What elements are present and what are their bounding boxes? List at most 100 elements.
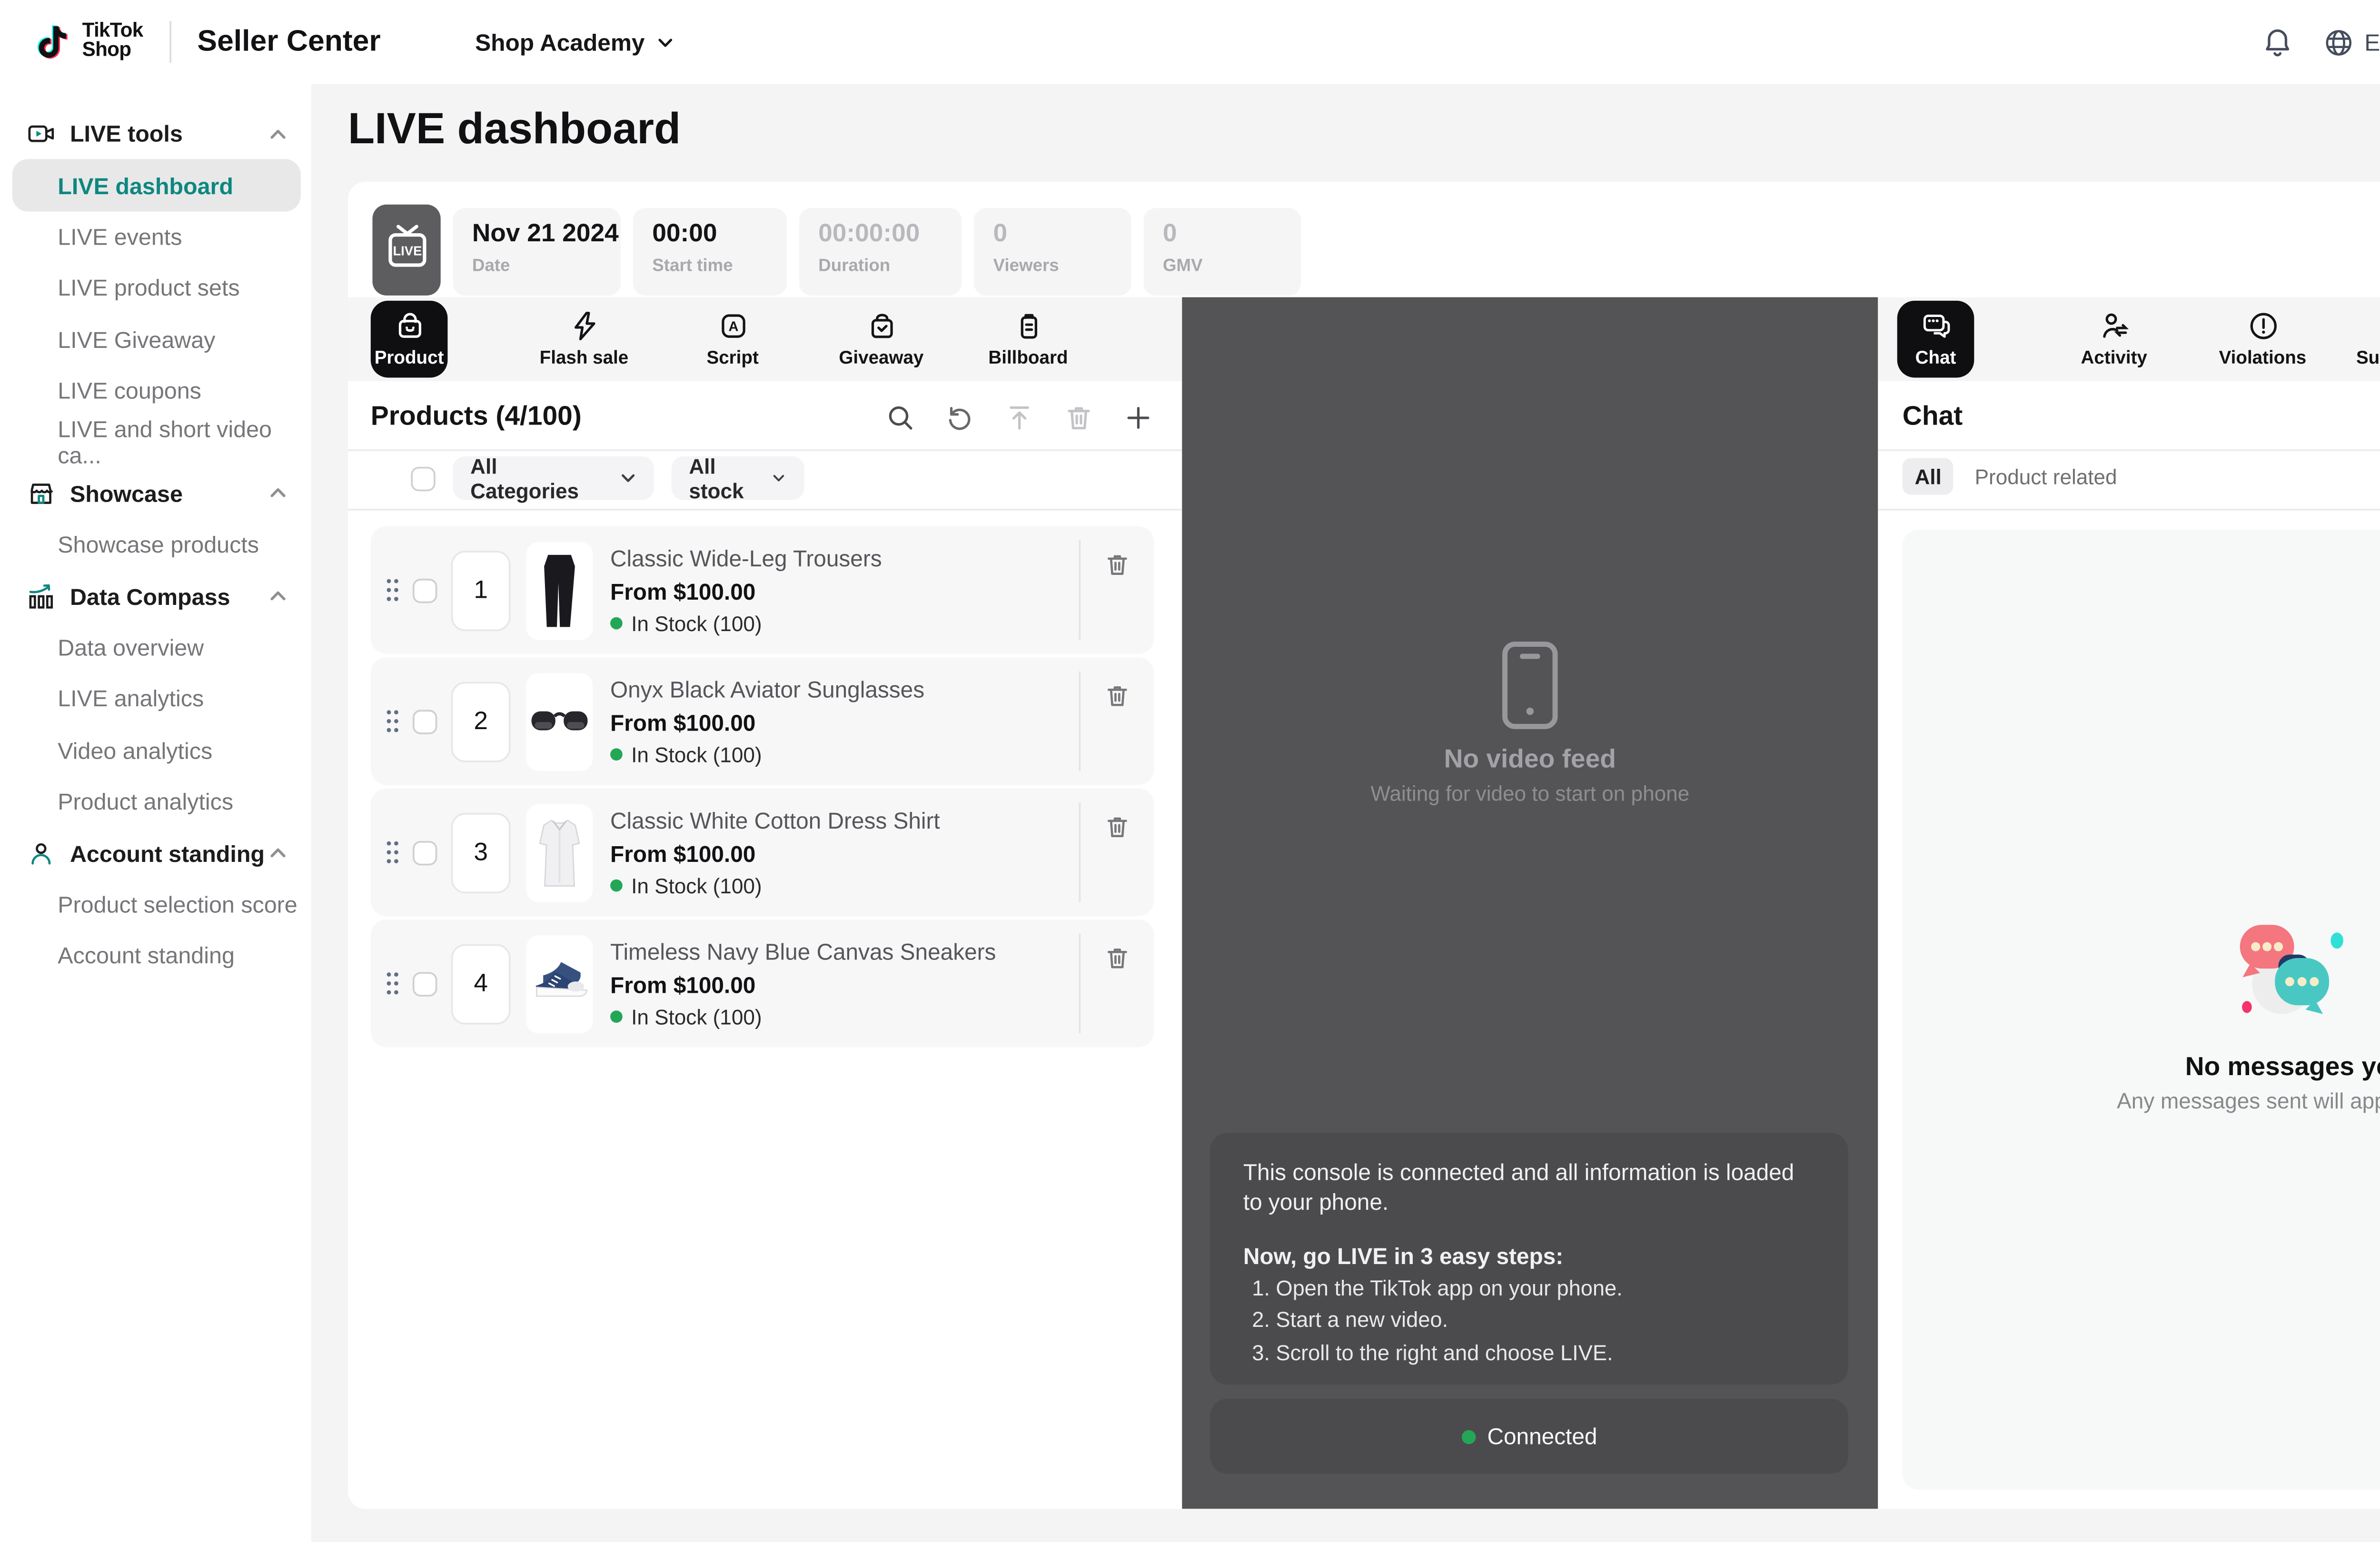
position-input[interactable]: 4 xyxy=(451,943,511,1024)
phone-icon xyxy=(1498,640,1561,731)
chat-empty-state: No messages yet Any messages sent will a… xyxy=(1903,530,2380,1490)
tab-giveaway[interactable]: Giveaway xyxy=(829,301,933,378)
product-price: From $100.00 xyxy=(610,578,1079,604)
trash-icon[interactable] xyxy=(1103,551,1131,579)
billboard-icon xyxy=(1012,309,1045,343)
product-name: Onyx Black Aviator Sunglasses xyxy=(610,676,1079,702)
position-input[interactable]: 2 xyxy=(451,681,511,761)
sidebar-item-account-standing[interactable]: Account standing xyxy=(0,930,311,982)
chat-empty-subtitle: Any messages sent will appear here xyxy=(1903,1089,2380,1114)
sidebar-section-showcase[interactable]: Showcase xyxy=(0,468,311,520)
video-empty-subtitle: Waiting for video to start on phone xyxy=(1370,781,1689,806)
video-empty-state: No video feed Waiting for video to start… xyxy=(1182,640,1878,806)
seller-center-title: Seller Center xyxy=(197,24,380,59)
trash-icon[interactable] xyxy=(1103,944,1131,972)
move-to-top-icon[interactable] xyxy=(1004,402,1035,434)
lightning-icon xyxy=(567,309,601,343)
categories-dropdown[interactable]: All Categories xyxy=(453,456,654,500)
product-row: 2 Onyx Black Aviator Sunglasses From $10… xyxy=(371,657,1154,785)
drag-handle-icon[interactable] xyxy=(385,708,400,734)
console-steps-title: Now, go LIVE in 3 easy steps: xyxy=(1243,1243,1815,1269)
row-checkbox[interactable] xyxy=(413,578,437,602)
tab-violations[interactable]: Violations xyxy=(2210,301,2315,378)
trash-icon[interactable] xyxy=(1103,813,1131,841)
alert-circle-icon xyxy=(2246,309,2280,343)
product-price: From $100.00 xyxy=(610,840,1079,866)
row-checkbox[interactable] xyxy=(413,971,437,996)
add-product-icon[interactable] xyxy=(1122,402,1154,434)
row-checkbox[interactable] xyxy=(413,840,437,864)
nav-shop-academy[interactable]: Shop Academy xyxy=(475,29,674,55)
sidebar-item-data-overview[interactable]: Data overview xyxy=(0,622,311,673)
stock-dot xyxy=(610,748,623,761)
tab-flash-sale[interactable]: Flash sale xyxy=(532,301,636,378)
chevron-down-icon xyxy=(655,32,674,51)
product-stock: In Stock (100) xyxy=(610,873,1079,898)
sidebar-item-live-coupons[interactable]: LIVE coupons xyxy=(0,366,311,417)
sidebar-item-showcase-products[interactable]: Showcase products xyxy=(0,519,311,571)
dashboard-card: LIVE Nov 21 2024 Date 00:00 Start time 0… xyxy=(348,182,2380,1509)
position-input[interactable]: 1 xyxy=(451,550,511,630)
sidebar-item-live-giveaway[interactable]: LIVE Giveaway xyxy=(0,314,311,366)
chevron-down-icon xyxy=(772,468,787,487)
sidebar-section-account-standing[interactable]: Account standing xyxy=(0,828,311,879)
product-name: Classic White Cotton Dress Shirt xyxy=(610,807,1079,833)
product-price: From $100.00 xyxy=(610,971,1079,998)
trash-icon[interactable] xyxy=(1103,682,1131,710)
sidebar-item-live-dashboard[interactable]: LIVE dashboard xyxy=(0,160,311,211)
product-price: From $100.00 xyxy=(610,709,1079,735)
sidebar-item-live-product-sets[interactable]: LIVE product sets xyxy=(0,263,311,314)
tab-activity[interactable]: Activity xyxy=(2062,301,2166,378)
tab-chat[interactable]: Chat xyxy=(1897,301,1974,378)
product-image xyxy=(526,934,593,1032)
live-tv-icon: LIVE xyxy=(372,205,440,296)
connected-label: Connected xyxy=(1487,1423,1597,1449)
sidebar-item-live-events[interactable]: LIVE events xyxy=(0,211,311,263)
row-actions xyxy=(1079,540,1154,640)
tab-suggestions[interactable]: Suggestions xyxy=(2347,301,2380,378)
sidebar-item-product-selection-score[interactable]: Product selection score xyxy=(0,879,311,930)
drag-handle-icon[interactable] xyxy=(385,577,400,603)
product-row: 1 Classic Wide-Leg Trousers From $100.00… xyxy=(371,526,1154,654)
product-filters: All Categories All stock xyxy=(411,456,804,500)
tab-script[interactable]: A Script xyxy=(680,301,785,378)
search-icon[interactable] xyxy=(885,402,916,434)
chevron-up-icon xyxy=(268,124,288,145)
chip-all[interactable]: All xyxy=(1903,458,1954,494)
undo-icon[interactable] xyxy=(944,402,976,434)
sidebar-section-data-compass[interactable]: Data Compass xyxy=(0,571,311,622)
seller-center-app: TikTok Shop Seller Center Shop Academy E… xyxy=(0,0,2380,1542)
drag-handle-icon[interactable] xyxy=(385,839,400,865)
stat-date[interactable]: Nov 21 2024 Date xyxy=(453,208,621,296)
divider xyxy=(1878,509,2380,511)
product-info: Timeless Navy Blue Canvas Sneakers From … xyxy=(610,938,1079,1029)
stat-start-time[interactable]: 00:00 Start time xyxy=(633,208,787,296)
chat-filter-chips: All Product related xyxy=(1903,458,2117,494)
sidebar-item-live-short-video[interactable]: LIVE and short video ca... xyxy=(0,417,311,468)
product-image xyxy=(526,541,593,639)
top-header: TikTok Shop Seller Center Shop Academy E… xyxy=(0,0,2380,84)
tab-billboard[interactable]: Billboard xyxy=(976,301,1081,378)
drag-handle-icon[interactable] xyxy=(385,970,400,997)
bell-icon[interactable] xyxy=(2261,25,2294,59)
video-camera-icon xyxy=(26,119,56,148)
product-row: 4 Timeless Navy Blue Canvas Sneakers Fro… xyxy=(371,919,1154,1047)
sidebar-item-video-analytics[interactable]: Video analytics xyxy=(0,725,311,776)
trash-icon[interactable] xyxy=(1063,402,1094,434)
stock-dropdown[interactable]: All stock xyxy=(672,456,804,500)
product-image xyxy=(526,672,593,770)
sidebar-section-live-tools[interactable]: LIVE tools xyxy=(0,109,311,160)
row-checkbox[interactable] xyxy=(413,709,437,733)
language-selector[interactable]: English xyxy=(2322,25,2380,59)
sidebar-item-product-analytics[interactable]: Product analytics xyxy=(0,776,311,828)
select-all-checkbox[interactable] xyxy=(411,466,435,490)
video-empty-title: No video feed xyxy=(1444,745,1616,774)
position-input[interactable]: 3 xyxy=(451,812,511,892)
product-info: Onyx Black Aviator Sunglasses From $100.… xyxy=(610,676,1079,767)
chevron-down-icon xyxy=(618,468,636,487)
product-info: Classic White Cotton Dress Shirt From $1… xyxy=(610,807,1079,898)
sidebar-item-live-analytics[interactable]: LIVE analytics xyxy=(0,673,311,725)
tab-product[interactable]: Product xyxy=(371,301,448,378)
stock-dot xyxy=(610,617,623,630)
chip-product-related[interactable]: Product related xyxy=(1975,458,2117,494)
